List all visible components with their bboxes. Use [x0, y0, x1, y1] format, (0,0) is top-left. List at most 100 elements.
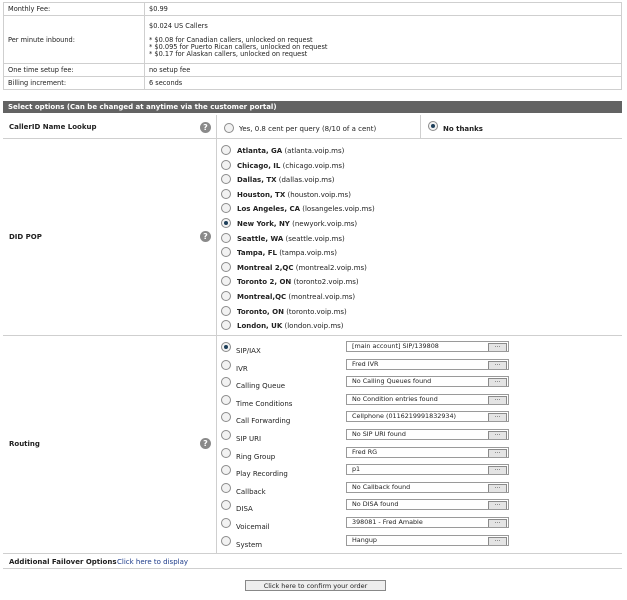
routing-radio[interactable] [221, 500, 231, 511]
did-pop-radio[interactable] [221, 291, 231, 301]
did-pop-city: Toronto 2, ON [237, 278, 292, 287]
did-pop-option-label[interactable]: Chicago, IL (chicago.voip.ms) [237, 162, 345, 170]
help-icon[interactable]: ? [200, 231, 211, 242]
routing-value-field[interactable]: No DISA found... [346, 499, 509, 511]
did-pop-radio[interactable] [221, 159, 231, 170]
help-icon[interactable]: ? [200, 122, 211, 133]
did-pop-label: DID POP [9, 233, 42, 241]
browse-button[interactable]: ... [488, 343, 507, 351]
routing-option-label[interactable]: Calling Queue [236, 382, 285, 390]
did-pop-radio[interactable] [221, 188, 231, 199]
routing-value-field[interactable]: No Callback found... [346, 481, 509, 493]
did-pop-option-label[interactable]: Seattle, WA (seattle.voip.ms) [237, 235, 345, 243]
did-pop-radio[interactable] [221, 247, 231, 258]
did-pop-city: Dallas, TX [237, 176, 277, 185]
routing-radio[interactable] [221, 394, 231, 405]
routing-value-field[interactable]: No Calling Queues found... [346, 376, 509, 388]
routing-value-field[interactable]: Fred RG... [346, 446, 509, 458]
routing-option-label[interactable]: DISA [236, 505, 253, 513]
did-pop-option-label[interactable]: Toronto, ON (toronto.voip.ms) [237, 308, 347, 316]
did-pop-radio[interactable] [221, 276, 231, 287]
browse-button[interactable]: ... [488, 431, 507, 439]
did-pop-host: (losangeles.voip.ms) [302, 205, 375, 214]
browse-button[interactable]: ... [488, 483, 507, 492]
routing-option-label[interactable]: Callback [236, 488, 266, 496]
did-pop-option-label[interactable]: Montreal 2,QC (montreal2.voip.ms) [237, 264, 367, 272]
routing-option-label[interactable]: Voicemail [236, 523, 270, 531]
did-pop-option-label[interactable]: Los Angeles, CA (losangeles.voip.ms) [237, 205, 375, 213]
browse-button[interactable]: ... [488, 360, 507, 369]
routing-radio[interactable] [221, 342, 231, 352]
routing-value-field[interactable]: No SIP URI found... [346, 429, 509, 440]
callerid-no-radio[interactable] [428, 121, 438, 131]
routing-radio[interactable] [221, 412, 231, 423]
routing-radio[interactable] [221, 465, 231, 476]
browse-button[interactable]: ... [488, 536, 507, 545]
routing-option-label[interactable]: Call Forwarding [236, 417, 290, 425]
browse-button[interactable]: ... [488, 466, 507, 475]
did-pop-city: Montreal,QC [237, 293, 287, 301]
failover-display-link[interactable]: Click here to display [117, 558, 188, 566]
did-pop-radio[interactable] [221, 145, 231, 155]
routing-option-label[interactable]: SIP/IAX [236, 347, 261, 355]
did-pop-radio[interactable] [221, 305, 231, 316]
browse-button[interactable]: ... [488, 501, 507, 510]
callerid-row: CallerID Name Lookup ? Yes, 0.8 cent per… [3, 115, 622, 139]
did-pop-option-label[interactable]: Atlanta, GA (atlanta.voip.ms) [237, 147, 344, 155]
routing-option-label[interactable]: Time Conditions [236, 400, 292, 408]
failover-label: Additional Failover Options [9, 558, 117, 566]
did-pop-option-label[interactable]: London, UK (london.voip.ms) [237, 322, 344, 330]
did-pop-option-label[interactable]: Houston, TX (houston.voip.ms) [237, 191, 351, 199]
did-pop-city: Tampa, FL [237, 249, 277, 258]
routing-value-field[interactable]: [main account] SIP/139808... [346, 341, 509, 352]
did-pop-radio[interactable] [221, 203, 231, 214]
did-pop-option-label[interactable]: Tampa, FL (tampa.voip.ms) [237, 249, 337, 257]
did-pop-radio[interactable] [221, 261, 231, 272]
routing-option-label[interactable]: SIP URI [236, 435, 261, 443]
did-pop-city: Seattle, WA [237, 234, 284, 243]
routing-radio[interactable] [221, 518, 231, 528]
monthly-fee-value: $0.99 [144, 2, 622, 16]
routing-value-text: No Callback found [352, 482, 411, 491]
routing-option-label[interactable]: System [236, 541, 262, 549]
routing-value-field[interactable]: No Condition entries found... [346, 393, 509, 405]
routing-value-field[interactable]: Hangup... [346, 534, 509, 546]
help-icon[interactable]: ? [200, 438, 211, 449]
per-minute-label: Per minute inbound: [3, 15, 145, 64]
routing-option-label[interactable]: Play Recording [236, 470, 288, 478]
routing-value-field[interactable]: p1... [346, 464, 509, 476]
routing-value-text: Fred RG [352, 447, 378, 456]
browse-button[interactable]: ... [488, 413, 507, 422]
callerid-yes-radio[interactable] [224, 123, 234, 133]
routing-radio[interactable] [221, 359, 231, 370]
did-pop-row: DID POP ? Atlanta, GA (atlanta.voip.ms) C… [3, 139, 622, 336]
routing-value-text: 398081 - Fred Amable [352, 518, 423, 526]
browse-button[interactable]: ... [488, 448, 507, 457]
routing-radio[interactable] [221, 430, 231, 440]
routing-radio[interactable] [221, 482, 231, 493]
browse-button[interactable]: ... [488, 395, 507, 404]
browse-button[interactable]: ... [488, 378, 507, 387]
did-pop-radio[interactable] [221, 232, 231, 243]
callerid-yes-label[interactable]: Yes, 0.8 cent per query (8/10 of a cent) [239, 125, 376, 133]
routing-radio[interactable] [221, 535, 231, 546]
routing-option-label[interactable]: Ring Group [236, 453, 275, 461]
did-pop-host: (seattle.voip.ms) [285, 234, 345, 243]
did-pop-option-label[interactable]: Montreal,QC (montreal.voip.ms) [237, 293, 355, 301]
routing-option-label[interactable]: IVR [236, 365, 248, 373]
routing-value-field[interactable]: 398081 - Fred Amable... [346, 517, 509, 528]
callerid-no-label[interactable]: No thanks [443, 125, 483, 133]
did-pop-radio[interactable] [221, 218, 231, 228]
confirm-order-button[interactable]: Click here to confirm your order [245, 580, 386, 591]
browse-button[interactable]: ... [488, 519, 507, 527]
did-pop-option-label[interactable]: Dallas, TX (dallas.voip.ms) [237, 176, 335, 184]
did-pop-radio[interactable] [221, 174, 231, 185]
did-pop-option-label[interactable]: Toronto 2, ON (toronto2.voip.ms) [237, 278, 359, 286]
routing-radio[interactable] [221, 377, 231, 388]
did-pop-radio[interactable] [221, 320, 231, 331]
routing-radio[interactable] [221, 447, 231, 458]
did-pop-option-label[interactable]: New York, NY (newyork.voip.ms) [237, 220, 357, 228]
routing-value-text: No DISA found [352, 500, 399, 509]
routing-value-field[interactable]: Fred IVR... [346, 358, 509, 370]
routing-value-field[interactable]: Cellphone (0116219991832934)... [346, 411, 509, 423]
